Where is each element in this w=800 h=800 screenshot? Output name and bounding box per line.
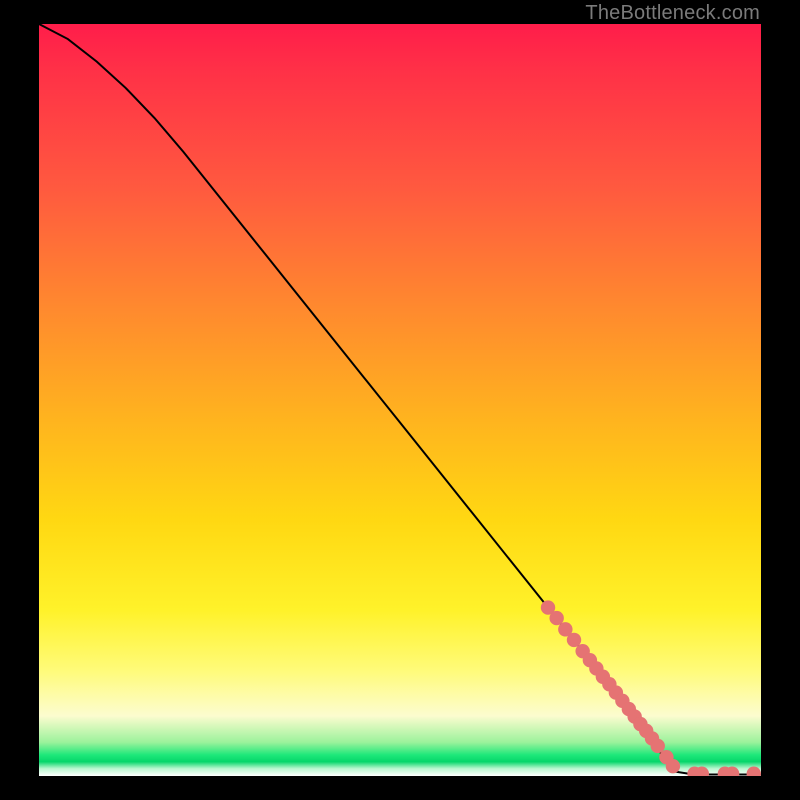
data-marker	[666, 759, 680, 773]
plot-area	[39, 24, 761, 776]
marker-group	[541, 600, 761, 776]
data-marker	[567, 633, 581, 647]
data-marker	[651, 739, 665, 753]
chart-stage: TheBottleneck.com	[0, 0, 800, 800]
main-curve	[39, 24, 761, 775]
data-marker	[747, 767, 761, 776]
attribution-text: TheBottleneck.com	[585, 2, 760, 25]
data-marker	[549, 611, 563, 625]
curve-layer	[39, 24, 761, 776]
